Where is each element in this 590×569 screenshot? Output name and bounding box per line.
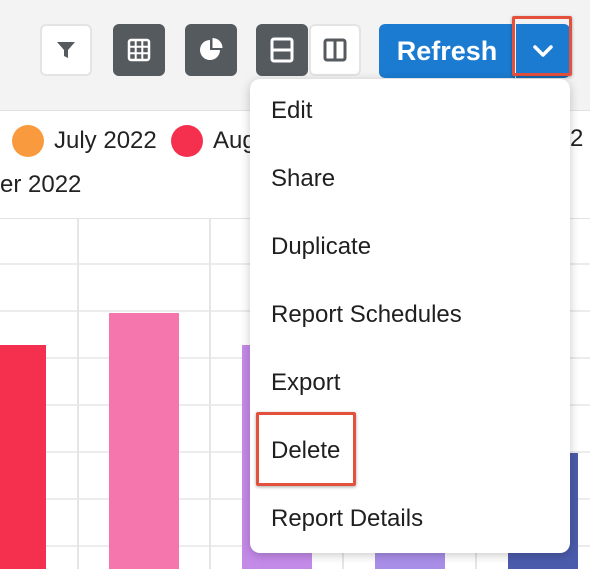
legend-item-partial: 2 xyxy=(570,125,583,153)
layout-vertical-button[interactable] xyxy=(309,24,361,76)
pie-chart-icon xyxy=(200,38,223,60)
dropdown-highlight-box xyxy=(512,16,572,76)
legend-item-partial-2[interactable]: er 2022 xyxy=(0,171,81,199)
legend-item-august-2022[interactable]: Aug xyxy=(171,125,256,157)
legend-swatch xyxy=(171,125,203,157)
menu-item-share[interactable]: Share xyxy=(271,162,335,196)
legend-label: er 2022 xyxy=(0,171,82,198)
layout-horizontal-button[interactable] xyxy=(256,24,308,76)
split-vertical-icon xyxy=(323,38,347,62)
filter-icon xyxy=(57,42,75,58)
menu-item-report-details[interactable]: Report Details xyxy=(271,502,423,536)
chart-view-button[interactable] xyxy=(185,24,237,76)
menu-item-export[interactable]: Export xyxy=(271,366,340,400)
legend-swatch xyxy=(12,125,44,157)
menu-item-duplicate[interactable]: Duplicate xyxy=(271,230,371,264)
table-view-button[interactable] xyxy=(113,24,165,76)
legend-item-july-2022[interactable]: July 2022 xyxy=(12,125,157,157)
chart-bar[interactable] xyxy=(109,313,179,569)
legend-label: 2 xyxy=(570,125,584,152)
filter-button[interactable] xyxy=(40,24,92,76)
legend-label: July 2022 xyxy=(54,127,157,154)
delete-highlight-box xyxy=(256,412,356,486)
menu-item-report-schedules[interactable]: Report Schedules xyxy=(271,298,462,332)
refresh-button[interactable]: Refresh xyxy=(379,24,515,78)
grid-icon xyxy=(127,38,151,62)
chart-bar[interactable] xyxy=(0,345,46,569)
split-horizontal-icon xyxy=(270,37,294,63)
menu-item-edit[interactable]: Edit xyxy=(271,94,312,128)
